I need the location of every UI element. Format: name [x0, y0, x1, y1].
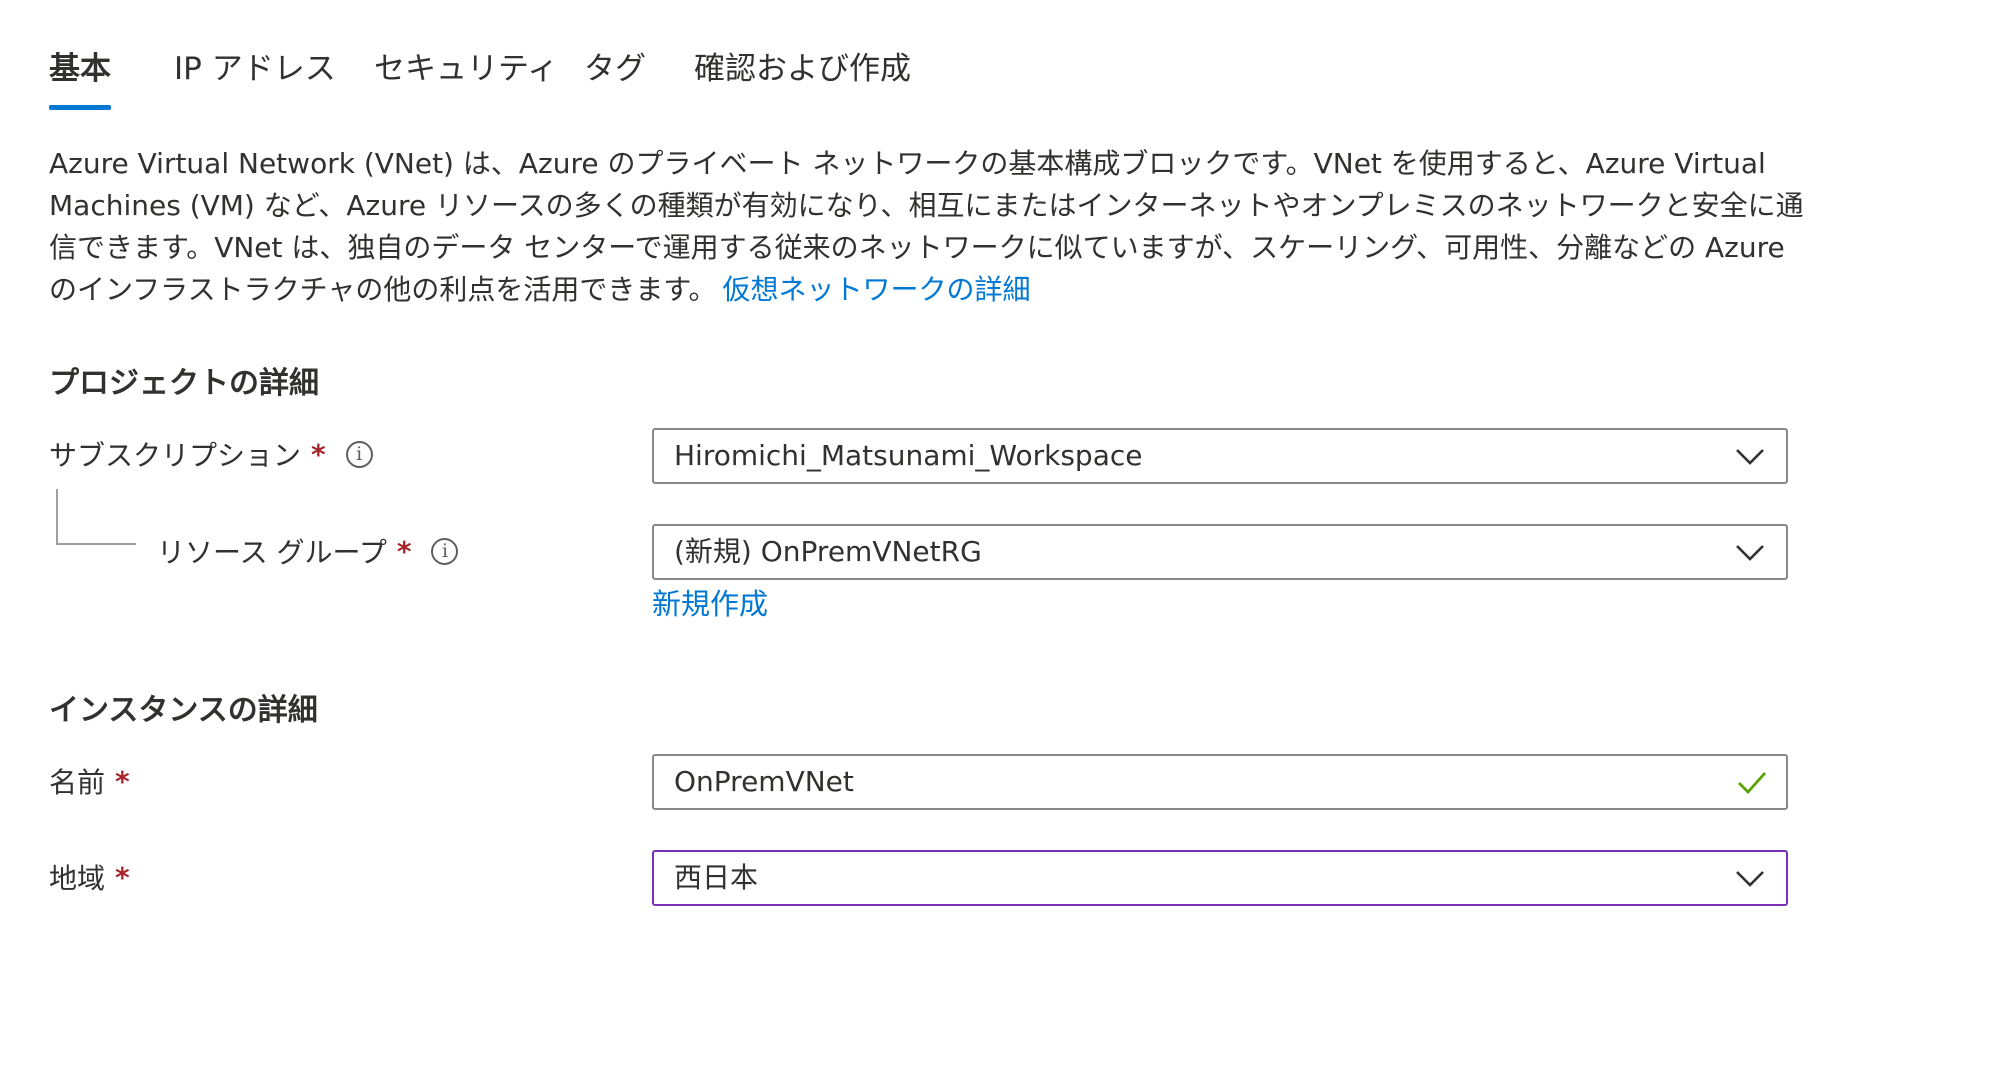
name-label-row: 名前 *: [49, 761, 130, 801]
learn-more-link[interactable]: 仮想ネットワークの詳細: [723, 273, 1031, 306]
region-value: 西日本: [674, 861, 759, 894]
tab-active-indicator: [49, 105, 111, 110]
subscription-label: サブスクリプション: [49, 439, 302, 472]
tree-connector-horizontal: [56, 543, 136, 545]
chevron-down-icon: [1736, 871, 1764, 887]
region-label: 地域: [49, 862, 106, 895]
description: Azure Virtual Network (VNet) は、Azure のプラ…: [49, 143, 1809, 311]
tab-tags[interactable]: タグ: [584, 44, 646, 110]
tab-review-create[interactable]: 確認および作成: [694, 44, 911, 110]
tab-basics-label: 基本: [49, 51, 111, 87]
resource-group-dropdown[interactable]: (新規) OnPremVNetRG: [652, 524, 1788, 580]
name-value: OnPremVNet: [674, 765, 854, 798]
required-marker: *: [396, 534, 412, 568]
instance-details-heading: インスタンスの詳細: [49, 693, 318, 728]
project-details-heading: プロジェクトの詳細: [49, 366, 319, 401]
vnet-create-form: 基本 IP アドレス セキュリティ タグ 確認および作成 Azure Virtu…: [0, 0, 1993, 1073]
subscription-dropdown[interactable]: Hiromichi_Matsunami_Workspace: [652, 428, 1788, 484]
resource-group-label: リソース グループ: [157, 536, 387, 569]
required-marker: *: [115, 764, 130, 798]
tab-basics[interactable]: 基本: [49, 44, 111, 110]
subscription-label-row: サブスクリプション * i: [49, 434, 373, 474]
subscription-value: Hiromichi_Matsunami_Workspace: [674, 439, 1143, 472]
create-new-resource-group-link[interactable]: 新規作成: [652, 581, 768, 623]
tab-review-create-label: 確認および作成: [694, 51, 911, 87]
checkmark-icon: [1738, 772, 1767, 795]
name-label: 名前: [49, 766, 106, 799]
tab-security-label: セキュリティ: [374, 51, 559, 87]
resource-group-label-row: リソース グループ * i: [157, 531, 459, 571]
region-label-row: 地域 *: [49, 857, 130, 897]
required-marker: *: [115, 860, 130, 894]
tree-connector-vertical: [56, 489, 58, 543]
tab-tags-label: タグ: [584, 51, 646, 87]
info-icon[interactable]: i: [345, 440, 373, 468]
required-marker: *: [311, 437, 326, 471]
tab-ip-addresses[interactable]: IP アドレス: [174, 44, 336, 110]
chevron-down-icon: [1736, 449, 1764, 465]
name-input[interactable]: OnPremVNet: [652, 754, 1788, 810]
tab-ip-addresses-label: IP アドレス: [174, 51, 336, 87]
region-dropdown[interactable]: 西日本: [652, 850, 1788, 906]
tab-security[interactable]: セキュリティ: [374, 44, 558, 110]
chevron-down-icon: [1736, 545, 1764, 561]
resource-group-value: (新規) OnPremVNetRG: [674, 535, 982, 568]
info-icon[interactable]: i: [431, 537, 459, 565]
